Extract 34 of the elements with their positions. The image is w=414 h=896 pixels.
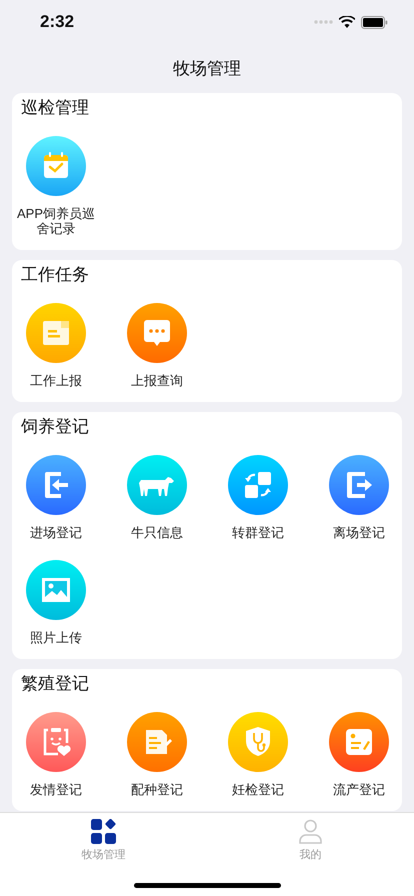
menu-item[interactable]: 牛只信息 [113, 455, 201, 540]
section-title: 巡检管理 [21, 97, 89, 119]
page-title: 牧场管理 [173, 58, 241, 80]
document-pen-icon [127, 712, 187, 772]
cow-icon [127, 455, 187, 515]
swap-squares-icon [228, 455, 288, 515]
section-title: 工作任务 [21, 264, 89, 286]
status-time: 2:32 [40, 12, 76, 32]
menu-item[interactable]: 转群登记 [214, 455, 302, 540]
calendar-check-icon [26, 136, 86, 196]
menu-item[interactable]: APP饲养员巡舍记录 [12, 136, 100, 236]
menu-item[interactable]: 离场登记 [315, 455, 403, 540]
menu-item[interactable]: 妊检登记 [214, 712, 302, 797]
chat-icon [127, 303, 187, 363]
battery-icon [361, 16, 388, 28]
menu-item[interactable]: 工作上报 [12, 303, 100, 388]
signal-icon [314, 20, 333, 24]
section-title: 繁殖登记 [21, 673, 89, 695]
shield-stethoscope-icon [228, 712, 288, 772]
section-title: 饲养登记 [21, 416, 89, 438]
image-icon [26, 560, 86, 620]
grid-icon [91, 819, 116, 844]
menu-item[interactable]: 配种登记 [113, 712, 201, 797]
folder-icon [26, 303, 86, 363]
person-icon [298, 819, 323, 844]
wifi-icon [339, 16, 355, 28]
menu-item[interactable]: 流产登记 [315, 712, 403, 797]
exit-door-icon [329, 455, 389, 515]
menu-item[interactable]: 照片上传 [12, 560, 100, 645]
menu-item[interactable]: 进场登记 [12, 455, 100, 540]
menu-item[interactable]: 上报查询 [113, 303, 201, 388]
enter-door-icon [26, 455, 86, 515]
menu-item[interactable]: 发情登记 [12, 712, 100, 797]
note-pen-icon [329, 712, 389, 772]
